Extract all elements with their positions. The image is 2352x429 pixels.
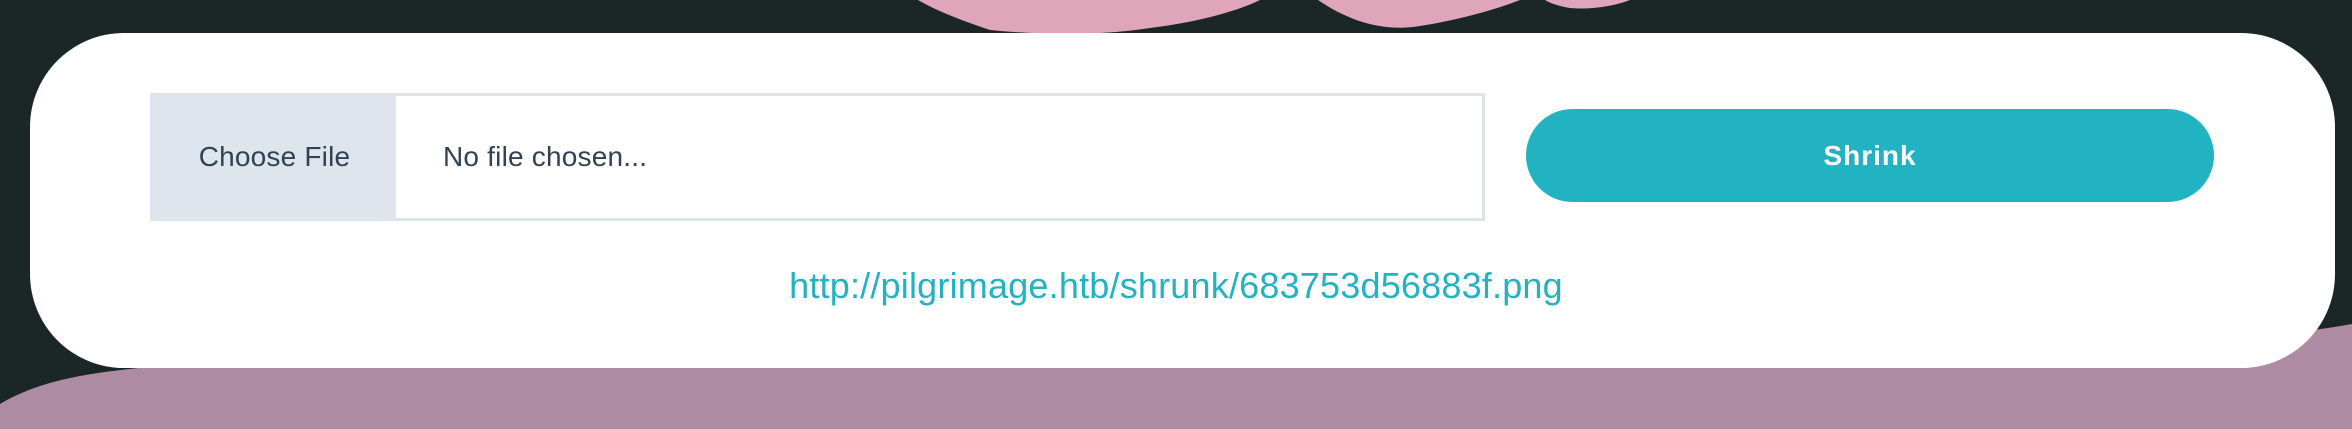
file-upload-field[interactable]: Choose File No file chosen... (150, 93, 1485, 221)
file-name-display: No file chosen... (443, 141, 648, 172)
choose-file-button[interactable]: Choose File (153, 96, 396, 218)
shrink-button[interactable]: Shrink (1526, 109, 2214, 202)
shrunk-image-link[interactable]: http://pilgrimage.htb/shrunk/683753d5688… (0, 265, 2352, 307)
